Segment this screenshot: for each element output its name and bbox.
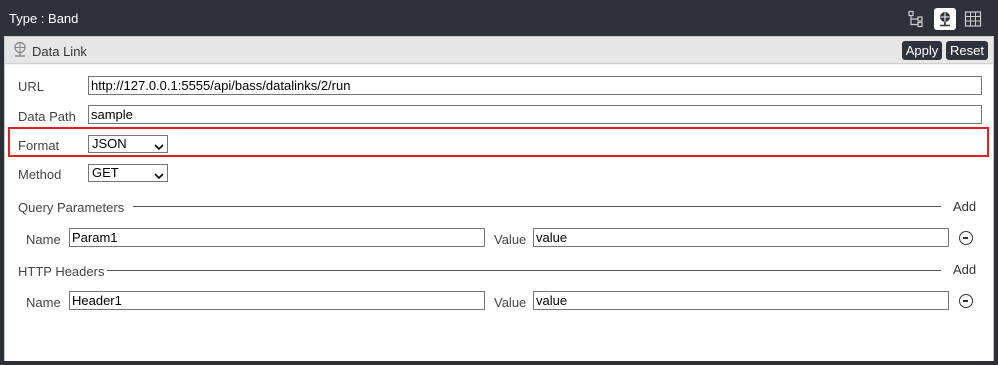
header-value-input[interactable]: value <box>533 291 949 310</box>
header-name-label: Name <box>26 295 61 310</box>
header-value-label: Value <box>494 295 527 310</box>
data-link-header: Data Link Apply Reset <box>5 37 993 64</box>
add-query-param-button[interactable]: Add <box>953 199 976 214</box>
title-bar: Type : Band <box>0 0 998 36</box>
window-title: Type : Band <box>9 11 79 26</box>
format-value: JSON <box>92 136 127 151</box>
properties-panel: Data Link Apply Reset URL http://127.0.0… <box>4 36 994 361</box>
chevron-down-icon <box>154 168 164 184</box>
reset-button[interactable]: Reset <box>946 41 988 60</box>
section-label: Data Link <box>32 44 87 59</box>
chevron-down-icon <box>154 139 164 155</box>
url-input[interactable]: http://127.0.0.1:5555/api/bass/datalinks… <box>88 76 982 95</box>
add-header-button[interactable]: Add <box>953 262 976 277</box>
url-label: URL <box>18 79 45 94</box>
http-headers-divider <box>107 270 941 271</box>
param-value-label: Value <box>494 232 527 247</box>
data-path-label: Data Path <box>18 109 76 124</box>
grid-icon[interactable] <box>962 8 984 30</box>
param-name-input[interactable]: Param1 <box>69 228 485 247</box>
param-value-input[interactable]: value <box>533 228 949 247</box>
apply-button[interactable]: Apply <box>902 41 942 60</box>
remove-param-icon[interactable] <box>959 231 973 245</box>
data-link-small-icon <box>12 41 28 61</box>
method-select[interactable]: GET <box>88 164 168 182</box>
data-link-form: URL http://127.0.0.1:5555/api/bass/datal… <box>5 65 993 361</box>
format-select[interactable]: JSON <box>88 135 168 153</box>
header-name-input[interactable]: Header1 <box>69 291 485 310</box>
query-params-divider <box>133 206 941 207</box>
http-headers-title: HTTP Headers <box>18 264 105 279</box>
query-params-title: Query Parameters <box>18 200 125 215</box>
format-label: Format <box>18 138 60 153</box>
data-path-input[interactable]: sample <box>88 105 982 124</box>
method-label: Method <box>18 167 62 182</box>
method-value: GET <box>92 165 119 180</box>
param-name-label: Name <box>26 232 61 247</box>
hierarchy-icon[interactable] <box>905 8 927 30</box>
remove-header-icon[interactable] <box>959 294 973 308</box>
data-link-icon[interactable] <box>934 8 956 30</box>
